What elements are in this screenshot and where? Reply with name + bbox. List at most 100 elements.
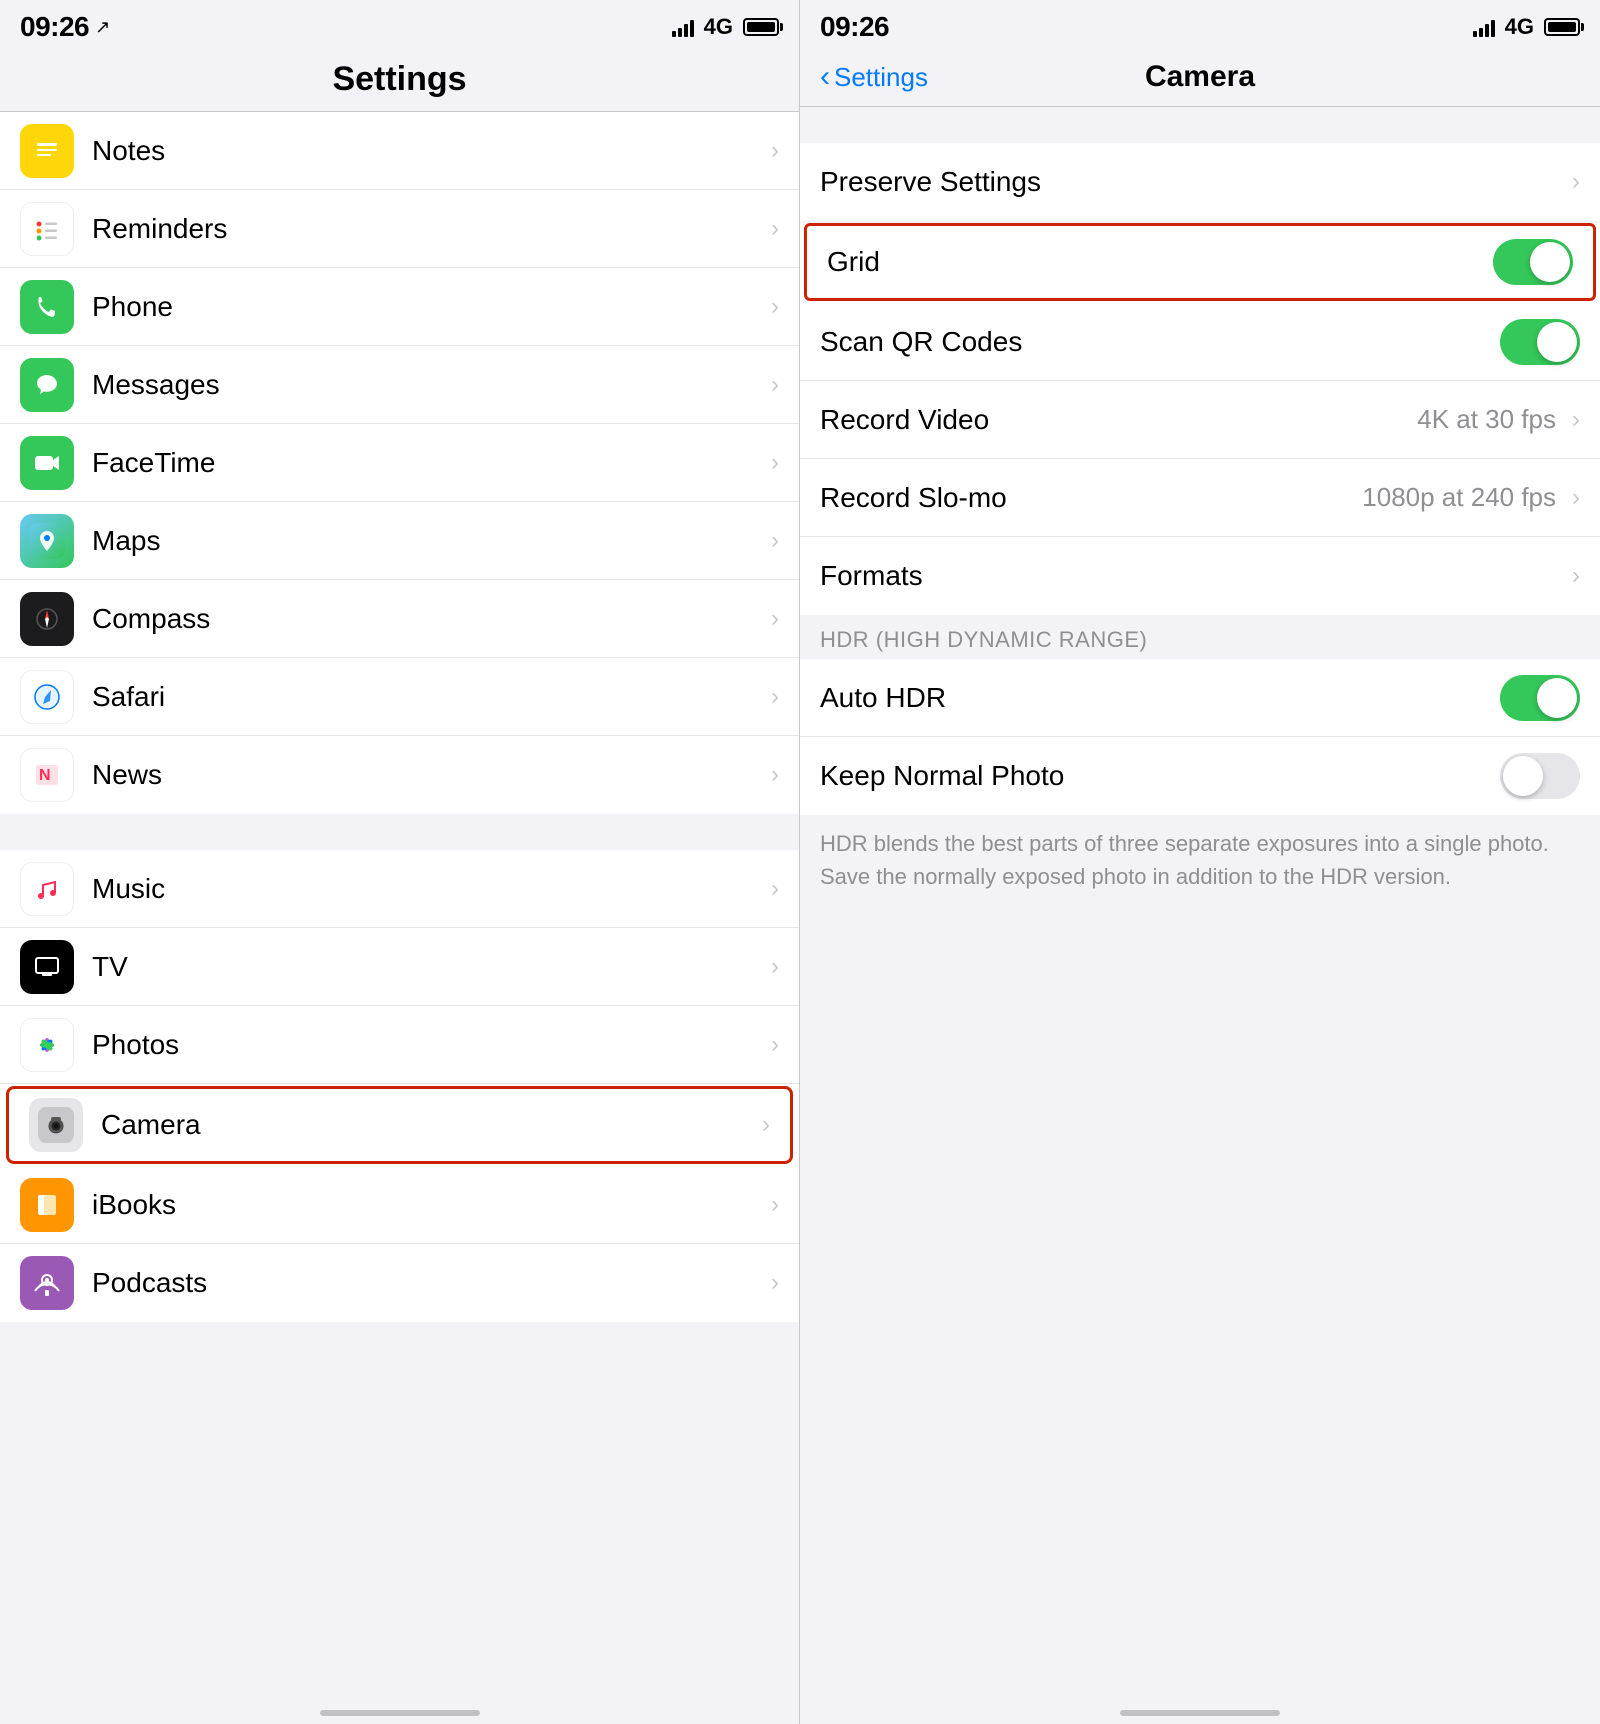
- grid-toggle[interactable]: [1493, 239, 1573, 285]
- music-icon: [20, 862, 74, 916]
- ibooks-label: iBooks: [92, 1189, 763, 1221]
- status-bar-left: 09:26 ↗ 4G: [0, 0, 799, 50]
- camera-row-keep-normal[interactable]: Keep Normal Photo: [800, 737, 1600, 815]
- settings-row-notes[interactable]: Notes ›: [0, 112, 799, 190]
- location-icon: ↗: [95, 17, 110, 38]
- settings-row-tv[interactable]: TV ›: [0, 928, 799, 1006]
- formats-chevron: ›: [1572, 562, 1580, 590]
- camera-section-2: Grid Scan QR Codes Record Video 4K at 30…: [800, 223, 1600, 615]
- camera-row-scan-qr[interactable]: Scan QR Codes: [800, 303, 1600, 381]
- back-button[interactable]: ‹ Settings: [820, 60, 928, 94]
- camera-top-spacer: [800, 107, 1600, 143]
- settings-row-ibooks[interactable]: iBooks ›: [0, 1166, 799, 1244]
- ibooks-icon: [20, 1178, 74, 1232]
- section-divider-1: [0, 814, 799, 850]
- settings-row-maps[interactable]: Maps ›: [0, 502, 799, 580]
- camera-row-preserve[interactable]: Preserve Settings ›: [800, 143, 1600, 221]
- reminders-icon: [20, 202, 74, 256]
- safari-chevron: ›: [771, 683, 779, 711]
- music-label: Music: [92, 873, 763, 905]
- status-time-right: 09:26: [820, 11, 889, 43]
- settings-row-reminders[interactable]: Reminders ›: [0, 190, 799, 268]
- notes-label: Notes: [92, 135, 763, 167]
- home-indicator-left: [0, 1684, 799, 1724]
- reminders-label: Reminders: [92, 213, 763, 245]
- lte-label-left: 4G: [704, 14, 733, 40]
- camera-row-record-slomo[interactable]: Record Slo-mo 1080p at 240 fps ›: [800, 459, 1600, 537]
- battery-right: [1544, 18, 1580, 36]
- settings-section-2: Music › TV ›: [0, 850, 799, 1322]
- record-video-value: 4K at 30 fps: [1417, 404, 1556, 435]
- hdr-description: HDR blends the best parts of three separ…: [800, 815, 1600, 913]
- lte-label-right: 4G: [1505, 14, 1534, 40]
- hdr-section: HDR (HIGH DYNAMIC RANGE) Auto HDR Keep N…: [800, 615, 1600, 913]
- home-indicator-right: [800, 1684, 1600, 1724]
- camera-row-grid[interactable]: Grid: [804, 223, 1596, 301]
- settings-row-phone[interactable]: Phone ›: [0, 268, 799, 346]
- ibooks-chevron: ›: [771, 1191, 779, 1219]
- photos-icon: [20, 1018, 74, 1072]
- camera-nav-title: Camera: [1145, 60, 1255, 94]
- messages-icon: [20, 358, 74, 412]
- settings-row-compass[interactable]: Compass ›: [0, 580, 799, 658]
- podcasts-icon: [20, 1256, 74, 1310]
- camera-row-formats[interactable]: Formats ›: [800, 537, 1600, 615]
- auto-hdr-label: Auto HDR: [820, 682, 1500, 714]
- record-slomo-chevron: ›: [1572, 484, 1580, 512]
- notes-chevron: ›: [771, 137, 779, 165]
- maps-chevron: ›: [771, 527, 779, 555]
- facetime-chevron: ›: [771, 449, 779, 477]
- camera-icon: [29, 1098, 83, 1152]
- battery-left: [743, 18, 779, 36]
- keep-normal-label: Keep Normal Photo: [820, 760, 1500, 792]
- settings-row-music[interactable]: Music ›: [0, 850, 799, 928]
- tv-chevron: ›: [771, 953, 779, 981]
- notes-icon: [20, 124, 74, 178]
- back-label: Settings: [834, 62, 928, 93]
- keep-normal-toggle[interactable]: [1500, 753, 1580, 799]
- facetime-label: FaceTime: [92, 447, 763, 479]
- record-slomo-value: 1080p at 240 fps: [1362, 482, 1556, 513]
- settings-row-podcasts[interactable]: Podcasts ›: [0, 1244, 799, 1322]
- settings-row-news[interactable]: N News ›: [0, 736, 799, 814]
- status-bar-right: 09:26 4G: [800, 0, 1600, 50]
- settings-page-title: Settings: [20, 60, 779, 99]
- settings-row-safari[interactable]: Safari ›: [0, 658, 799, 736]
- settings-section-1: Notes › Reminders ›: [0, 112, 799, 814]
- record-video-chevron: ›: [1572, 406, 1580, 434]
- scan-qr-toggle[interactable]: [1500, 319, 1580, 365]
- phone-chevron: ›: [771, 293, 779, 321]
- settings-row-camera[interactable]: Camera ›: [6, 1086, 793, 1164]
- preserve-chevron: ›: [1572, 168, 1580, 196]
- settings-panel: 09:26 ↗ 4G Settings: [0, 0, 800, 1724]
- settings-title-bar: Settings: [0, 50, 799, 112]
- photos-chevron: ›: [771, 1031, 779, 1059]
- facetime-icon: [20, 436, 74, 490]
- formats-label: Formats: [820, 560, 1564, 592]
- camera-row-auto-hdr[interactable]: Auto HDR: [800, 659, 1600, 737]
- preserve-label: Preserve Settings: [820, 166, 1564, 198]
- grid-label: Grid: [827, 246, 1493, 278]
- back-chevron-icon: ‹: [820, 60, 830, 94]
- safari-icon: [20, 670, 74, 724]
- maps-label: Maps: [92, 525, 763, 557]
- camera-label: Camera: [101, 1109, 754, 1141]
- phone-label: Phone: [92, 291, 763, 323]
- camera-settings-list: Preserve Settings › Grid Scan QR Codes: [800, 107, 1600, 1684]
- settings-row-photos[interactable]: Photos ›: [0, 1006, 799, 1084]
- hdr-items: Auto HDR Keep Normal Photo: [800, 659, 1600, 815]
- record-slomo-label: Record Slo-mo: [820, 482, 1362, 514]
- camera-row-record-video[interactable]: Record Video 4K at 30 fps ›: [800, 381, 1600, 459]
- status-icons-left: 4G: [672, 14, 779, 40]
- safari-label: Safari: [92, 681, 763, 713]
- settings-row-facetime[interactable]: FaceTime ›: [0, 424, 799, 502]
- tv-label: TV: [92, 951, 763, 983]
- auto-hdr-toggle[interactable]: [1500, 675, 1580, 721]
- podcasts-chevron: ›: [771, 1269, 779, 1297]
- music-chevron: ›: [771, 875, 779, 903]
- status-time-left: 09:26: [20, 11, 89, 43]
- compass-label: Compass: [92, 603, 763, 635]
- svg-text:N: N: [39, 767, 51, 784]
- settings-row-messages[interactable]: Messages ›: [0, 346, 799, 424]
- photos-label: Photos: [92, 1029, 763, 1061]
